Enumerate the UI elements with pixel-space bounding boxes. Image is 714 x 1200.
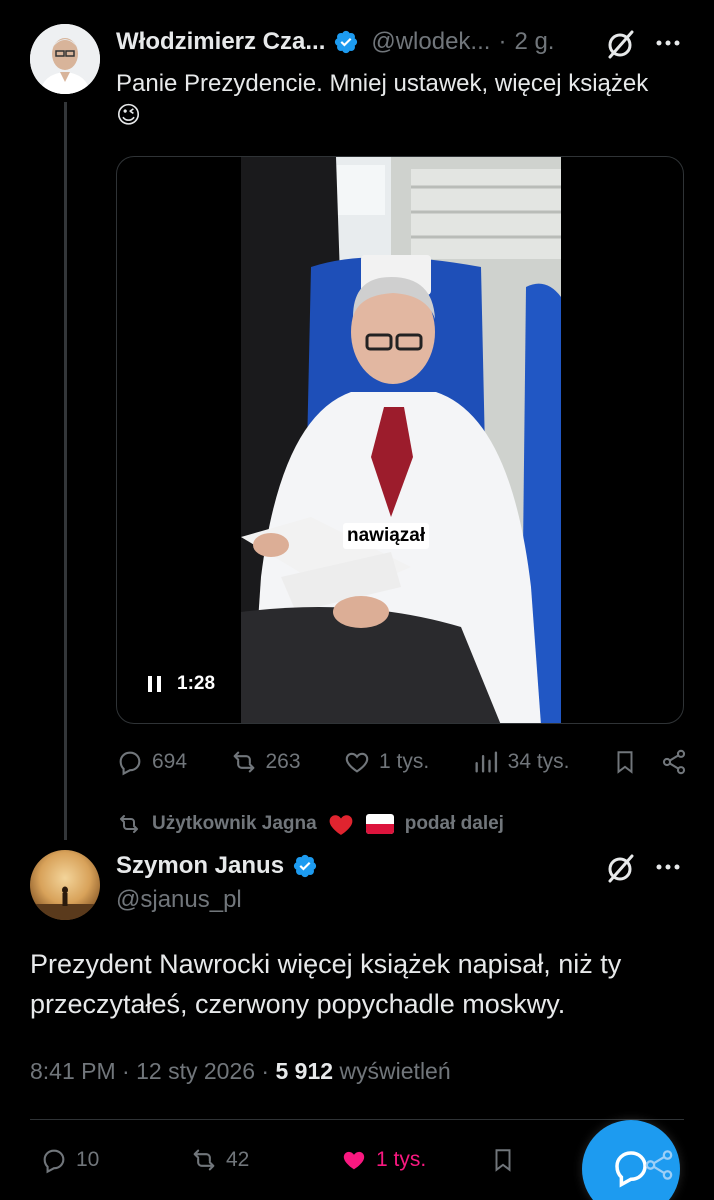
- verified-badge-icon: [293, 854, 317, 878]
- more-options-icon[interactable]: [654, 857, 682, 877]
- author-handle[interactable]: @sjanus_pl: [116, 886, 242, 914]
- repost-count: 42: [226, 1148, 250, 1171]
- bookmark-icon[interactable]: [490, 1146, 516, 1174]
- tweet-text: Prezydent Nawrocki więcej książek napisa…: [30, 949, 622, 1019]
- divider: [30, 1119, 684, 1120]
- repost-icon: [233, 751, 254, 773]
- repost-count: 263: [265, 750, 301, 773]
- reply-count: 10: [76, 1148, 100, 1171]
- repost-button[interactable]: 42: [190, 1146, 340, 1174]
- grok-icon[interactable]: [604, 852, 636, 884]
- reply-icon: [43, 1149, 65, 1174]
- share-overlay-icon: [645, 1150, 673, 1180]
- separator-dot: ·: [498, 28, 507, 55]
- views-number: 5 912: [275, 1058, 334, 1084]
- share-icon[interactable]: [660, 748, 688, 776]
- more-options-icon[interactable]: [654, 33, 682, 53]
- post-date[interactable]: 12 sty 2026: [136, 1058, 255, 1084]
- reply-icon: [119, 751, 141, 776]
- like-button[interactable]: 1 tys.: [340, 1146, 490, 1174]
- views-label: wyświetleń: [339, 1058, 451, 1084]
- video-player[interactable]: nawiązał 1:28: [116, 156, 684, 724]
- video-frame: [241, 157, 561, 723]
- poland-flag-icon: [365, 814, 394, 834]
- grok-icon[interactable]: [604, 28, 636, 60]
- author-avatar[interactable]: [30, 24, 100, 94]
- reply-button[interactable]: 10: [40, 1146, 190, 1174]
- author-name[interactable]: Włodzimierz Cza...: [116, 28, 325, 56]
- post-age[interactable]: 2 g.: [514, 28, 554, 56]
- views-count: 34 tys.: [507, 750, 570, 773]
- red-heart-icon: [329, 815, 353, 835]
- video-caption: nawiązał: [343, 523, 430, 549]
- heart-icon: [345, 752, 369, 773]
- author-name[interactable]: Szymon Janus: [116, 852, 284, 880]
- like-button[interactable]: 1 tys.: [343, 748, 429, 776]
- views-icon: [475, 751, 497, 773]
- tweet-text: Panie Prezydencie. Mniej ustawek, więcej…: [116, 70, 649, 129]
- pause-icon[interactable]: [147, 675, 163, 693]
- like-count: 1 tys.: [376, 1148, 427, 1171]
- repost-icon: [193, 1149, 215, 1171]
- reply-button[interactable]: 694: [116, 748, 187, 776]
- verified-badge-icon: [335, 30, 358, 54]
- heart-filled-icon: [343, 1151, 365, 1170]
- bookmark-icon[interactable]: [612, 748, 638, 776]
- post-time[interactable]: 8:41 PM: [30, 1058, 116, 1084]
- repost-by-label: Użytkownik Jagna: [152, 813, 317, 834]
- repost-icon: [120, 815, 138, 833]
- repost-suffix-label: podał dalej: [404, 813, 504, 834]
- like-count: 1 tys.: [379, 750, 430, 773]
- thread-connector: [64, 102, 67, 840]
- post-meta: 8:41 PM · 12 sty 2026 · 5 912 wyświetleń: [30, 1058, 451, 1084]
- reply-count: 694: [152, 750, 188, 773]
- repost-banner[interactable]: Użytkownik Jagna podał dalej: [116, 812, 504, 836]
- views-button[interactable]: 34 tys.: [472, 748, 570, 776]
- repost-button[interactable]: 263: [230, 748, 301, 776]
- video-duration: 1:28: [177, 673, 216, 694]
- author-avatar[interactable]: [30, 850, 100, 920]
- author-handle[interactable]: @wlodek...: [371, 28, 490, 56]
